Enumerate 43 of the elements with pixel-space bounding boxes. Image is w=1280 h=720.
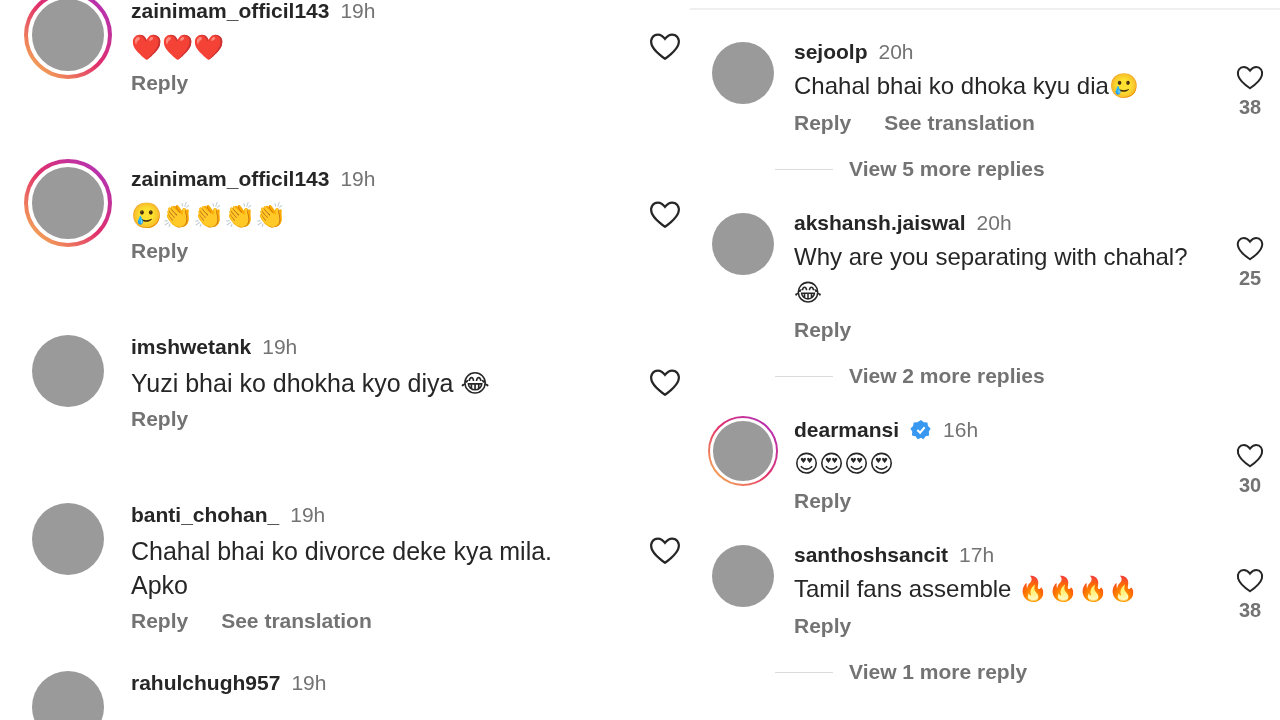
username[interactable]: dearmansi: [794, 418, 900, 442]
username[interactable]: rahulchugh957: [131, 671, 281, 695]
comment-text: Yuzi bhai ko dhokha kyo diya 😂: [131, 368, 491, 399]
comment-action-link[interactable]: See translation: [884, 111, 1035, 135]
comment-time: 19h: [340, 167, 376, 191]
comment-text: Tamil fans assemble 🔥🔥🔥🔥: [794, 574, 1140, 604]
like-count: 38: [1238, 96, 1262, 119]
comment-action-link[interactable]: See translation: [221, 609, 372, 633]
comment-time: 17h: [959, 543, 995, 567]
comment-text: Chahal bhai ko dhoka kyu dia🥲: [794, 71, 1140, 101]
comment-time: 19h: [262, 335, 298, 359]
username[interactable]: akshansh.jaiswal: [794, 211, 966, 235]
username[interactable]: zainimam_officil143: [131, 167, 330, 191]
comment-time: 19h: [290, 503, 326, 527]
comment-action-link[interactable]: Reply: [131, 239, 189, 263]
comment-action-link[interactable]: Reply: [794, 318, 852, 342]
comment-time: 20h: [976, 211, 1012, 235]
username[interactable]: sejoolp: [794, 40, 868, 64]
username[interactable]: santhoshsancit: [794, 543, 949, 567]
comment-text: Why are you separating with chahal? 😂: [794, 242, 1189, 308]
comment-action-link[interactable]: Reply: [794, 489, 852, 513]
comment-text: 😍😍😍😍: [794, 449, 896, 479]
comment-text: 🥲👏👏👏👏: [131, 200, 287, 231]
comment-time: 20h: [878, 40, 914, 64]
username[interactable]: zainimam_officil143: [131, 0, 330, 23]
view-more-replies-link[interactable]: View 1 more reply: [849, 660, 1028, 684]
view-more-replies-link[interactable]: View 2 more replies: [849, 364, 1045, 388]
comment-action-link[interactable]: Reply: [794, 111, 852, 135]
comment-time: 19h: [291, 671, 327, 695]
comment-time: 19h: [340, 0, 376, 23]
comment-time: 16h: [943, 418, 979, 442]
comment-action-link[interactable]: Reply: [131, 407, 189, 431]
username[interactable]: banti_chohan_: [131, 503, 280, 527]
like-count: 25: [1238, 267, 1262, 290]
comment-action-link[interactable]: Reply: [131, 71, 189, 95]
like-count: 38: [1238, 599, 1262, 622]
comment-text: Chahal bhai ko divorce deke kya mila. Apko: [131, 536, 554, 601]
username[interactable]: imshwetank: [131, 335, 252, 359]
comment-action-link[interactable]: Reply: [131, 609, 189, 633]
comment-text: ❤❤❤: [131, 32, 225, 63]
view-more-replies-link[interactable]: View 5 more replies: [849, 157, 1045, 181]
comment-action-link[interactable]: Reply: [794, 614, 852, 638]
like-count: 30: [1238, 474, 1262, 497]
